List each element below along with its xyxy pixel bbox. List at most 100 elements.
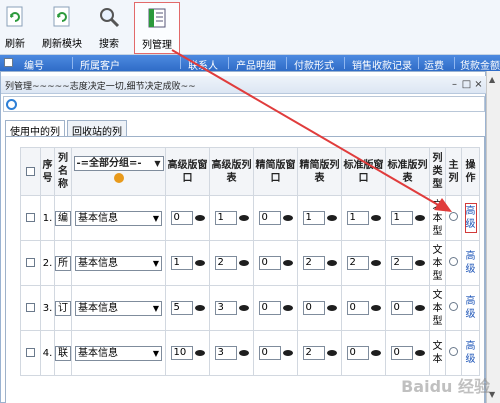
visibility-icon[interactable] bbox=[238, 215, 249, 221]
tab-active-columns[interactable]: 使用中的列 bbox=[5, 120, 65, 138]
column-header-customer[interactable]: 所属客户 bbox=[80, 57, 120, 71]
vertical-scrollbar[interactable]: ▲ ▼ bbox=[486, 71, 500, 403]
advanced-link[interactable]: 高级 bbox=[465, 340, 477, 366]
main-column-radio[interactable] bbox=[449, 302, 458, 311]
column-manage-label: 列管理 bbox=[142, 40, 172, 51]
visibility-icon[interactable] bbox=[194, 260, 205, 266]
row-group-select[interactable]: 基本信息 ▼ bbox=[75, 300, 162, 316]
column-manage-button[interactable]: 列管理 bbox=[134, 2, 180, 54]
advanced-link[interactable]: 高级 bbox=[465, 250, 477, 276]
refresh-module-label: 刷新模块 bbox=[42, 39, 82, 50]
column-header-amount[interactable]: 货款金额 bbox=[460, 57, 500, 71]
std-window-input[interactable]: 0 bbox=[346, 346, 369, 360]
std-list-input[interactable]: 0 bbox=[390, 346, 413, 360]
lite-list-input[interactable]: 2 bbox=[302, 346, 325, 360]
visibility-icon[interactable] bbox=[326, 350, 337, 356]
row-name-input[interactable]: 所 bbox=[55, 255, 71, 271]
visibility-icon[interactable] bbox=[194, 215, 205, 221]
refresh-button[interactable]: 刷新 bbox=[2, 4, 28, 52]
high-list-input[interactable]: 3 bbox=[214, 301, 237, 315]
visibility-icon[interactable] bbox=[370, 215, 381, 221]
refresh-module-icon bbox=[53, 6, 70, 27]
column-header-id[interactable]: 编号 bbox=[24, 57, 44, 71]
row-group-select[interactable]: 基本信息 ▼ bbox=[75, 210, 162, 226]
advanced-link[interactable]: 高级 bbox=[465, 295, 477, 321]
high-list-input[interactable]: 3 bbox=[214, 346, 237, 360]
visibility-icon[interactable] bbox=[326, 215, 337, 221]
lite-list-input[interactable]: 0 bbox=[302, 301, 325, 315]
visibility-icon[interactable] bbox=[282, 305, 293, 311]
visibility-icon[interactable] bbox=[326, 260, 337, 266]
visibility-icon[interactable] bbox=[414, 215, 425, 221]
maximize-icon[interactable]: □ bbox=[461, 80, 472, 91]
high-list-input[interactable]: 2 bbox=[214, 256, 237, 270]
refresh-module-button[interactable]: 刷新模块 bbox=[38, 4, 86, 52]
search-button[interactable]: 搜索 bbox=[94, 4, 124, 52]
std-list-cell: 0 bbox=[385, 330, 430, 376]
group-filter-select[interactable]: -=全部分组=- ▼ bbox=[73, 156, 164, 171]
std-window-input[interactable]: 1 bbox=[346, 211, 369, 225]
lite-window-input[interactable]: 0 bbox=[258, 211, 281, 225]
close-icon[interactable]: × bbox=[473, 80, 484, 91]
column-header-freight[interactable]: 运费 bbox=[424, 57, 444, 71]
visibility-icon[interactable] bbox=[282, 350, 293, 356]
lite-window-input[interactable]: 0 bbox=[258, 301, 281, 315]
row-group-select[interactable]: 基本信息 ▼ bbox=[75, 255, 162, 271]
lite-list-input[interactable]: 2 bbox=[302, 256, 325, 270]
row-name-input[interactable]: 联 bbox=[55, 345, 71, 361]
header-checkbox[interactable] bbox=[26, 166, 35, 176]
std-list-input[interactable]: 2 bbox=[390, 256, 413, 270]
visibility-icon[interactable] bbox=[238, 350, 249, 356]
gear-icon[interactable] bbox=[113, 173, 124, 183]
visibility-icon[interactable] bbox=[194, 305, 205, 311]
minimize-icon[interactable]: – bbox=[449, 80, 460, 91]
main-column-radio[interactable] bbox=[449, 212, 458, 221]
std-window-input[interactable]: 0 bbox=[346, 301, 369, 315]
column-header-product[interactable]: 产品明细 bbox=[236, 57, 276, 71]
std-list-input[interactable]: 0 bbox=[390, 301, 413, 315]
row-checkbox[interactable] bbox=[26, 213, 35, 222]
main-column-radio[interactable] bbox=[449, 347, 458, 356]
row-name-cell: 所 bbox=[54, 240, 72, 286]
column-header-receipts[interactable]: 销售收款记录 bbox=[352, 57, 412, 71]
row-checkbox[interactable] bbox=[26, 258, 35, 267]
address-bar[interactable] bbox=[3, 96, 485, 112]
visibility-icon[interactable] bbox=[282, 215, 293, 221]
high-window-input[interactable]: 5 bbox=[170, 301, 193, 315]
visibility-icon[interactable] bbox=[414, 350, 425, 356]
select-all-checkbox[interactable] bbox=[4, 58, 13, 67]
visibility-icon[interactable] bbox=[282, 260, 293, 266]
row-checkbox[interactable] bbox=[26, 303, 35, 312]
row-group-cell: 基本信息 ▼ bbox=[71, 240, 166, 286]
main-column-radio[interactable] bbox=[449, 257, 458, 266]
lite-window-input[interactable]: 0 bbox=[258, 346, 281, 360]
scroll-up-icon[interactable]: ▲ bbox=[489, 75, 495, 84]
visibility-icon[interactable] bbox=[414, 305, 425, 311]
visibility-icon[interactable] bbox=[238, 260, 249, 266]
advanced-link[interactable]: 高级 bbox=[464, 203, 477, 233]
row-name-input[interactable]: 编 bbox=[55, 210, 71, 226]
visibility-icon[interactable] bbox=[238, 305, 249, 311]
row-checkbox[interactable] bbox=[26, 348, 35, 357]
visibility-icon[interactable] bbox=[194, 350, 205, 356]
high-window-input[interactable]: 1 bbox=[170, 256, 193, 270]
row-main-cell bbox=[445, 285, 462, 331]
high-window-input[interactable]: 10 bbox=[170, 346, 193, 360]
high-list-input[interactable]: 1 bbox=[214, 211, 237, 225]
std-list-input[interactable]: 1 bbox=[390, 211, 413, 225]
high-window-input[interactable]: 0 bbox=[170, 211, 193, 225]
header-group: -=全部分组=- ▼ bbox=[71, 147, 166, 196]
visibility-icon[interactable] bbox=[326, 305, 337, 311]
visibility-icon[interactable] bbox=[370, 305, 381, 311]
visibility-icon[interactable] bbox=[370, 260, 381, 266]
row-group-select[interactable]: 基本信息 ▼ bbox=[75, 345, 162, 361]
visibility-icon[interactable] bbox=[370, 350, 381, 356]
tab-recycle-bin[interactable]: 回收站的列 bbox=[67, 120, 127, 138]
row-name-input[interactable]: 订 bbox=[55, 300, 71, 316]
column-header-payment[interactable]: 付款形式 bbox=[294, 57, 334, 71]
visibility-icon[interactable] bbox=[414, 260, 425, 266]
lite-window-input[interactable]: 0 bbox=[258, 256, 281, 270]
std-window-input[interactable]: 2 bbox=[346, 256, 369, 270]
column-header-contact[interactable]: 联系人 bbox=[188, 57, 218, 71]
lite-list-input[interactable]: 1 bbox=[302, 211, 325, 225]
